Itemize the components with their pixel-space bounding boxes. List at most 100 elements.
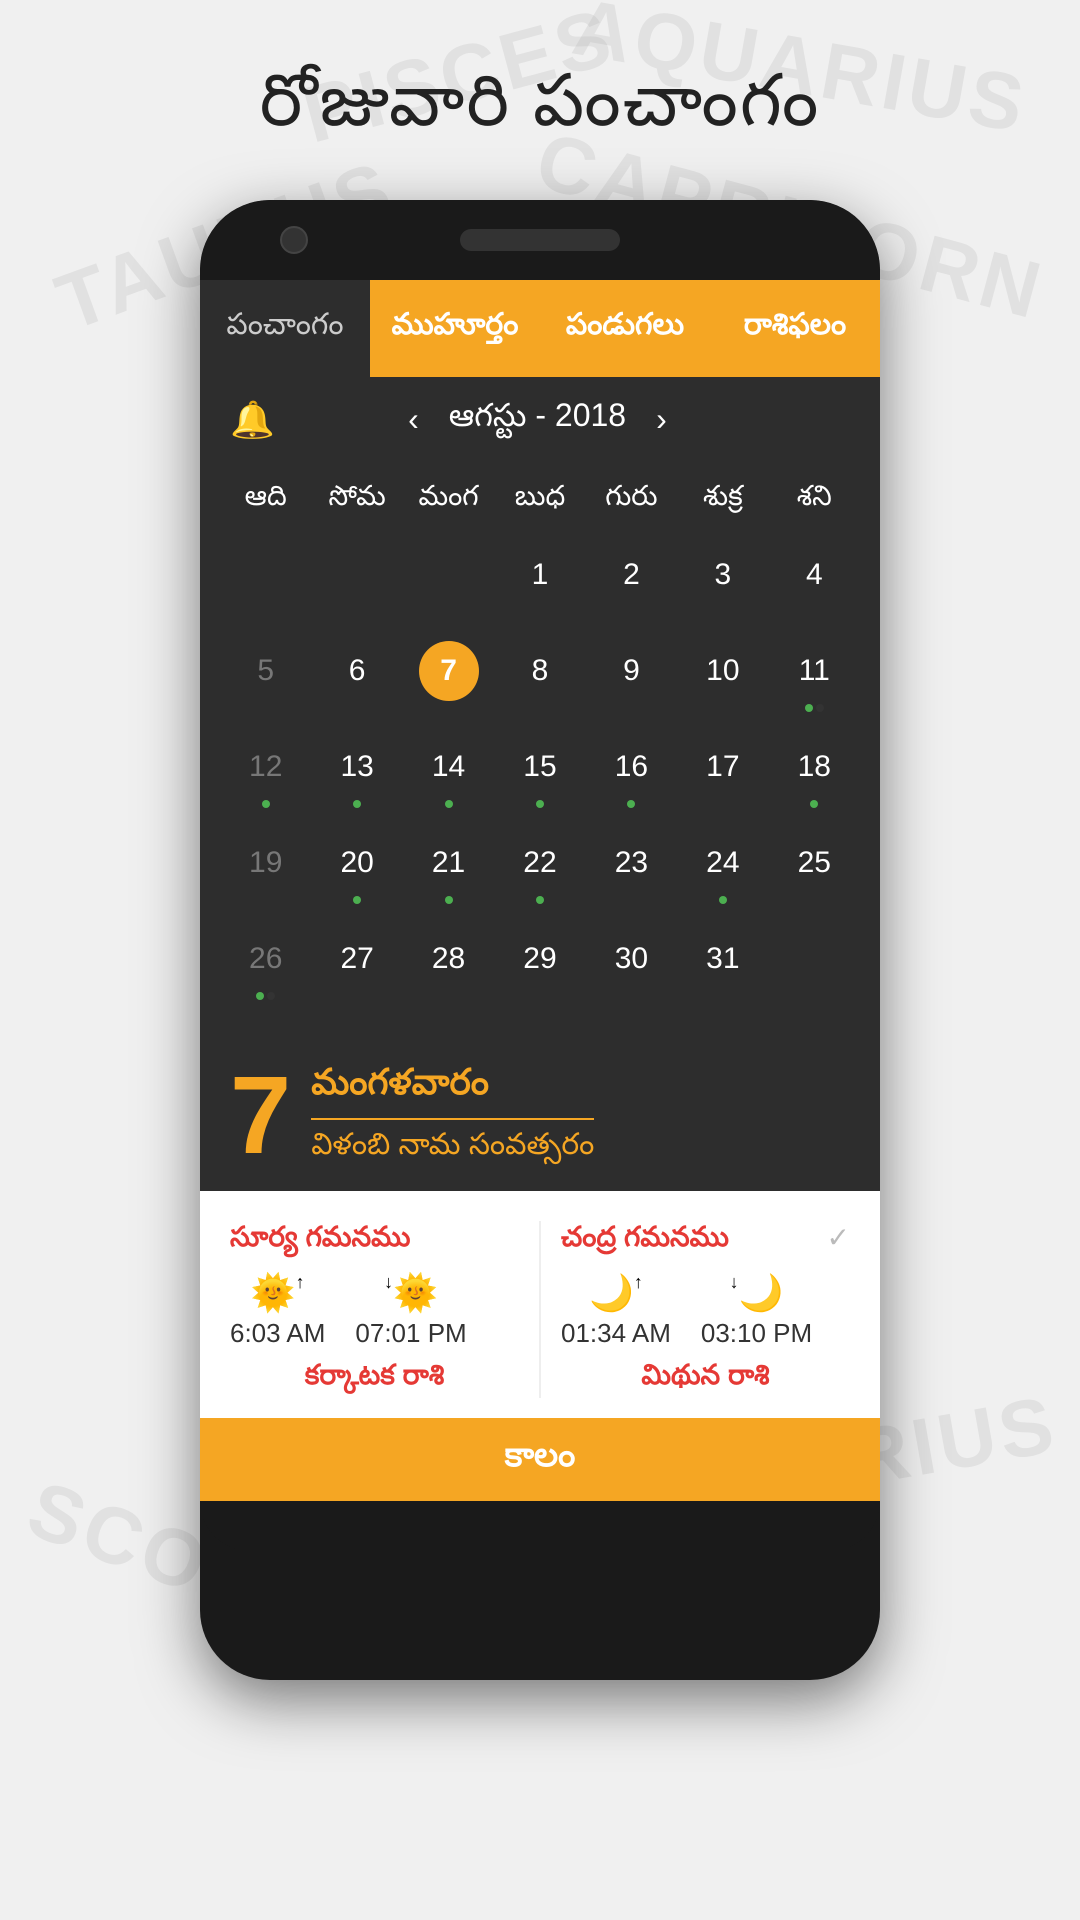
day-number[interactable]: 16 (601, 737, 661, 797)
day-header-fri: శుక్ర (677, 472, 768, 527)
day-number[interactable]: 26 (236, 929, 296, 989)
day-number[interactable]: 12 (236, 737, 296, 797)
astro-card: సూర్య గమనము 🌞↑ 6:03 AM ↓🌞 07:01 PM క (200, 1191, 880, 1501)
day-number[interactable]: 4 (784, 545, 844, 605)
phone-camera (280, 226, 308, 254)
moon-section: చంద్ర గమనము ✓ 🌙↑ 01:34 AM ↓🌙 03:10 PM (561, 1221, 850, 1398)
cal-day[interactable]: 26 (220, 919, 311, 1011)
day-number[interactable]: 20 (327, 833, 387, 893)
cal-day[interactable]: 21 (403, 823, 494, 915)
sun-title: సూర్య గమనము (230, 1221, 519, 1260)
day-number[interactable]: 3 (693, 545, 753, 605)
sun-section: సూర్య గమనము 🌞↑ 6:03 AM ↓🌞 07:01 PM క (230, 1221, 519, 1398)
cal-day[interactable]: 16 (586, 727, 677, 819)
cal-day[interactable]: 4 (769, 535, 860, 627)
cal-day[interactable]: 20 (311, 823, 402, 915)
day-number[interactable]: 28 (419, 929, 479, 989)
day-number[interactable]: 1 (510, 545, 570, 605)
green-dot (719, 896, 727, 904)
green-dot (262, 800, 270, 808)
bell-icon[interactable]: 🔔 (230, 399, 275, 441)
phone-screen: పంచాంగం ముహూర్తం పండుగలు రాశిఫలం 🔔 ‹ ఆగస… (200, 280, 880, 1501)
day-number[interactable]: 10 (693, 641, 753, 701)
day-number[interactable]: 19 (236, 833, 296, 893)
kalam-section: కాలం (200, 1418, 880, 1501)
tab-muhurtam[interactable]: ముహూర్తం (370, 280, 540, 377)
day-number[interactable]: 21 (419, 833, 479, 893)
cal-day[interactable]: 17 (677, 727, 768, 819)
cal-day[interactable]: 31 (677, 919, 768, 1011)
cal-day[interactable]: 28 (403, 919, 494, 1011)
dot-row (805, 703, 824, 713)
phone-speaker (460, 229, 620, 251)
cal-day[interactable]: 19 (220, 823, 311, 915)
green-dot (805, 704, 813, 712)
day-number[interactable]: 27 (327, 929, 387, 989)
day-number[interactable]: 8 (510, 641, 570, 701)
moon-rise-item: 🌙↑ 01:34 AM (561, 1272, 671, 1349)
green-dot (256, 992, 264, 1000)
day-number[interactable]: 5 (236, 641, 296, 701)
day-name-telugu: మంగళవారం (311, 1061, 594, 1112)
day-number[interactable]: 29 (510, 929, 570, 989)
day-number[interactable]: 9 (601, 641, 661, 701)
cal-day[interactable]: 3 (677, 535, 768, 627)
cal-day[interactable]: 2 (586, 535, 677, 627)
cal-day[interactable]: 22 (494, 823, 585, 915)
tab-pandugalu[interactable]: పండుగలు (540, 280, 710, 377)
phone-wrapper: పంచాంగం ముహూర్తం పండుగలు రాశిఫలం 🔔 ‹ ఆగస… (0, 190, 1080, 1680)
day-header-mon: సోమ (311, 472, 402, 527)
day-number[interactable]: 17 (693, 737, 753, 797)
day-number[interactable]: 7 (419, 641, 479, 701)
calendar-grid: ఆది సోమ మంగ బుధ గురు శుక్ర శని 123456789… (200, 462, 880, 1031)
cal-day[interactable]: 30 (586, 919, 677, 1011)
cal-day[interactable]: 14 (403, 727, 494, 819)
day-number[interactable]: 18 (784, 737, 844, 797)
day-number[interactable]: 25 (784, 833, 844, 893)
dot-row (627, 799, 635, 809)
moon-title: చంద్ర గమనము (561, 1221, 729, 1260)
cal-day[interactable]: 12 (220, 727, 311, 819)
day-number[interactable]: 2 (601, 545, 661, 605)
cal-day[interactable]: 25 (769, 823, 860, 915)
cal-day (220, 535, 311, 627)
day-number[interactable]: 15 (510, 737, 570, 797)
moon-rasi: మిథున రాశి (561, 1359, 850, 1398)
day-number[interactable]: 13 (327, 737, 387, 797)
day-number[interactable]: 14 (419, 737, 479, 797)
day-number[interactable]: 22 (510, 833, 570, 893)
cal-day[interactable]: 23 (586, 823, 677, 915)
dot-row (445, 895, 453, 905)
day-number[interactable]: 11 (784, 641, 844, 701)
cal-day[interactable]: 27 (311, 919, 402, 1011)
day-number[interactable]: 24 (693, 833, 753, 893)
next-month-button[interactable]: › (646, 401, 677, 438)
tab-rasiphalam[interactable]: రాశిఫలం (710, 280, 880, 377)
check-icon: ✓ (827, 1221, 850, 1254)
cal-day[interactable]: 15 (494, 727, 585, 819)
day-header-sun: ఆది (220, 472, 311, 527)
cal-day[interactable]: 5 (220, 631, 311, 723)
cal-day (403, 535, 494, 627)
cal-day[interactable]: 24 (677, 823, 768, 915)
cal-day[interactable]: 7 (403, 631, 494, 723)
cal-day[interactable]: 13 (311, 727, 402, 819)
day-samvatsaram: విళంబి నామ సంవత్సరం (311, 1118, 594, 1169)
day-number[interactable]: 31 (693, 929, 753, 989)
dark-dot (267, 992, 275, 1000)
cal-day[interactable]: 11 (769, 631, 860, 723)
cal-day[interactable]: 10 (677, 631, 768, 723)
tab-panchaangam[interactable]: పంచాంగం (200, 280, 370, 377)
cal-day[interactable]: 18 (769, 727, 860, 819)
cal-day[interactable]: 9 (586, 631, 677, 723)
dot-row (536, 895, 544, 905)
day-number[interactable]: 6 (327, 641, 387, 701)
day-number[interactable]: 23 (601, 833, 661, 893)
cal-day[interactable]: 29 (494, 919, 585, 1011)
day-number (784, 929, 844, 989)
prev-month-button[interactable]: ‹ (398, 401, 429, 438)
day-number[interactable]: 30 (601, 929, 661, 989)
cal-day[interactable]: 1 (494, 535, 585, 627)
cal-day[interactable]: 8 (494, 631, 585, 723)
cal-day[interactable]: 6 (311, 631, 402, 723)
